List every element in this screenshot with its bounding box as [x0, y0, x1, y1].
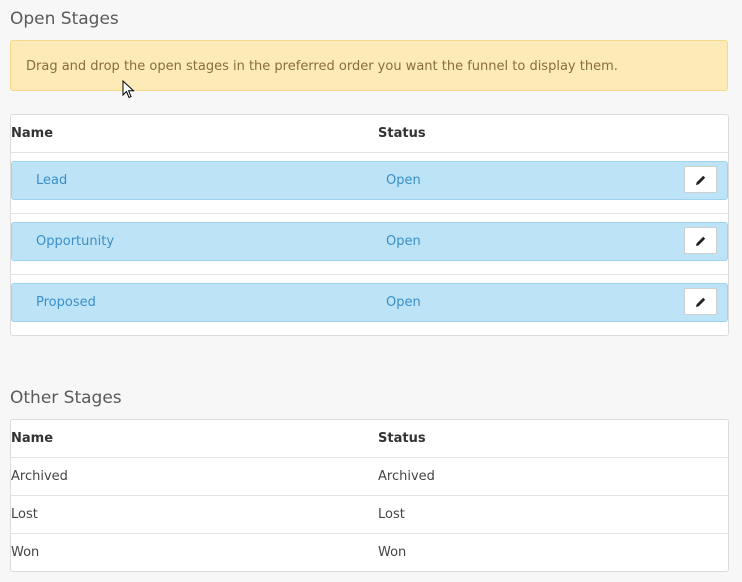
stage-name: Lost	[11, 507, 38, 522]
row-divider	[11, 213, 728, 214]
edit-stage-button[interactable]	[684, 227, 717, 254]
row-divider	[11, 495, 728, 496]
column-header-name: Name	[11, 126, 54, 141]
stage-name: Won	[11, 545, 40, 560]
row-divider	[11, 533, 728, 534]
stage-row-lead[interactable]: Lead Open	[11, 161, 728, 200]
header-divider	[11, 457, 728, 458]
pencil-icon	[695, 236, 705, 246]
header-divider	[11, 152, 728, 153]
row-divider	[11, 274, 728, 275]
column-header-name: Name	[11, 431, 54, 446]
open-stages-info-alert: Drag and drop the open stages in the pre…	[10, 40, 728, 91]
stage-status: Archived	[378, 469, 435, 484]
edit-stage-button[interactable]	[684, 166, 717, 193]
open-stages-table: Name Status Lead Open Opportunity Open P…	[10, 114, 729, 336]
pencil-icon	[695, 175, 705, 185]
stage-name: Proposed	[36, 295, 96, 310]
pencil-icon	[695, 297, 705, 307]
stage-status: Open	[386, 173, 421, 188]
column-header-status: Status	[378, 126, 426, 141]
stage-status: Open	[386, 234, 421, 249]
stage-name: Opportunity	[36, 234, 115, 249]
column-header-status: Status	[378, 431, 426, 446]
stage-status: Open	[386, 295, 421, 310]
other-stages-title: Other Stages	[10, 388, 122, 408]
stage-name: Lead	[36, 173, 68, 188]
stage-row-opportunity[interactable]: Opportunity Open	[11, 222, 728, 261]
stage-status: Lost	[378, 507, 405, 522]
open-stages-title: Open Stages	[10, 9, 119, 29]
stage-status: Won	[378, 545, 407, 560]
edit-stage-button[interactable]	[684, 288, 717, 315]
mouse-cursor-icon	[122, 80, 135, 99]
stage-row-proposed[interactable]: Proposed Open	[11, 283, 728, 322]
other-stages-table: Name Status Archived Archived Lost Lost …	[10, 419, 729, 572]
stage-name: Archived	[11, 469, 68, 484]
